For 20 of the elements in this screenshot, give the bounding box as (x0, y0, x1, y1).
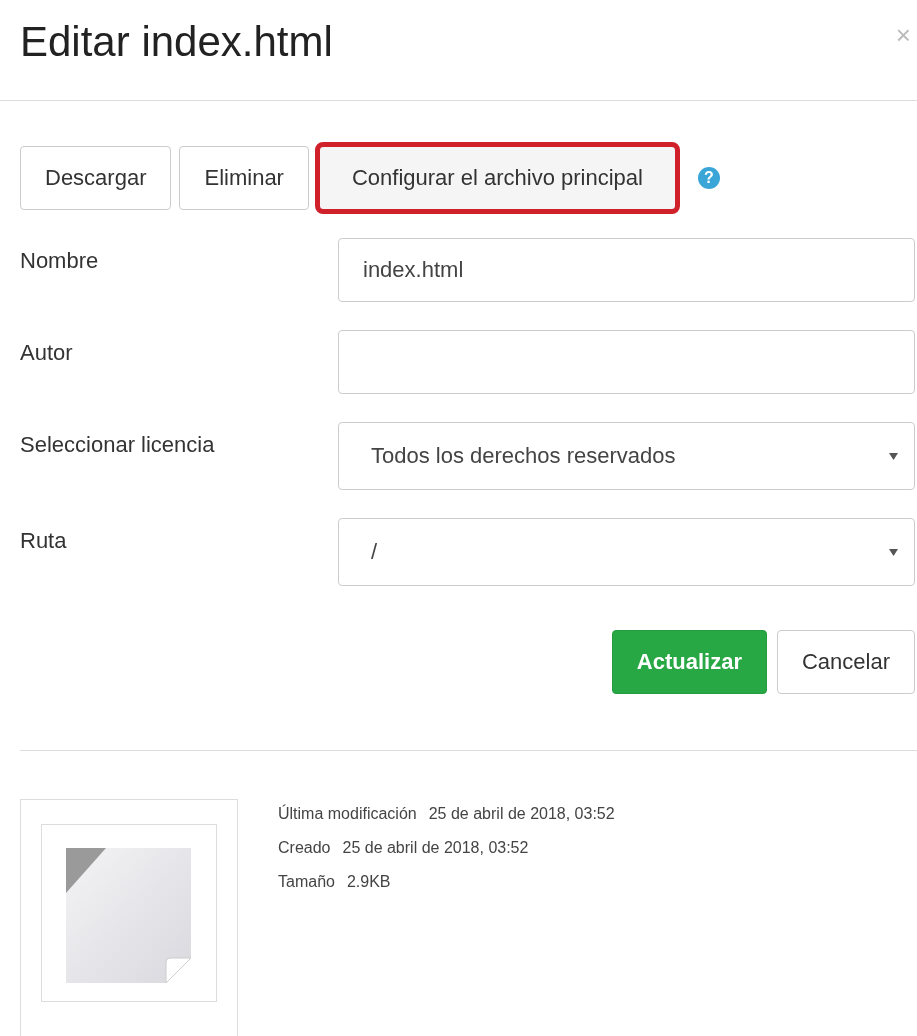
field-label: Autor (20, 339, 74, 366)
info-label: Tamaño (278, 873, 335, 891)
info-value: 25 de abril de 2018, 03:52 (342, 839, 529, 857)
caret-icon (889, 452, 898, 460)
form-button[interactable]: Cancelar (776, 630, 915, 694)
info-value: 2.9KB (346, 873, 391, 891)
info-label: Creado (278, 839, 331, 857)
field-label: Nombre (20, 247, 100, 274)
dialog-title: Editar index.html (20, 18, 333, 66)
caret-icon (889, 548, 898, 556)
field-label: Seleccionar licencia (20, 431, 216, 458)
select-field[interactable]: Todos los derechos reservados (338, 422, 915, 490)
field-label: Ruta (20, 527, 68, 554)
select-field[interactable]: / (338, 518, 915, 586)
info-value: 25 de abril de 2018, 03:52 (428, 805, 615, 823)
action-button[interactable]: Eliminar (179, 146, 309, 210)
info-label: Última modificación (278, 805, 417, 823)
action-button[interactable]: Descargar (20, 146, 172, 210)
input-field[interactable]: index.html (338, 238, 915, 302)
input-field[interactable] (338, 330, 915, 394)
